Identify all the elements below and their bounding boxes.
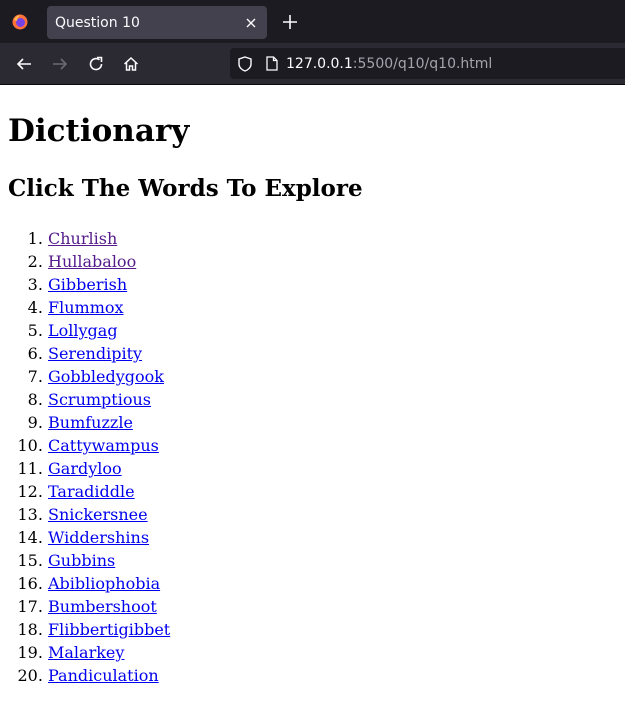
close-tab-icon[interactable] xyxy=(241,13,261,33)
word-link[interactable]: Serendipity xyxy=(48,344,142,363)
page-title: Dictionary xyxy=(8,113,190,149)
firefox-logo-icon xyxy=(12,14,28,30)
word-link[interactable]: Malarkey xyxy=(48,643,124,662)
word-link[interactable]: Gobbledygook xyxy=(48,367,164,386)
url-text[interactable]: 127.0.0.1:5500/q10/q10.html xyxy=(286,56,492,72)
list-item: Widdershins xyxy=(48,526,617,549)
page-subtitle: Click The Words To Explore xyxy=(8,175,363,202)
word-link[interactable]: Lollygag xyxy=(48,321,118,340)
list-item: Bumbershoot xyxy=(48,595,617,618)
list-item: Gibberish xyxy=(48,273,617,296)
new-tab-icon[interactable] xyxy=(280,12,300,32)
word-link[interactable]: Flummox xyxy=(48,298,124,317)
word-link[interactable]: Snickersnee xyxy=(48,505,148,524)
word-link[interactable]: Taradiddle xyxy=(48,482,135,501)
url-host: 127.0.0.1 xyxy=(286,55,353,72)
list-item: Malarkey xyxy=(48,641,617,664)
page-info-icon[interactable] xyxy=(266,56,278,71)
list-item: Gubbins xyxy=(48,549,617,572)
shield-icon[interactable] xyxy=(238,55,252,72)
forward-icon[interactable] xyxy=(49,53,71,75)
list-item: Gobbledygook xyxy=(48,365,617,388)
url-path: :5500/q10/q10.html xyxy=(352,55,493,72)
word-link[interactable]: Gubbins xyxy=(48,551,115,570)
list-item: Bumfuzzle xyxy=(48,411,617,434)
word-link[interactable]: Flibbertigibbet xyxy=(48,620,170,639)
word-link[interactable]: Gardyloo xyxy=(48,459,122,478)
word-link[interactable]: Abibliophobia xyxy=(48,574,160,593)
list-item: Flibbertigibbet xyxy=(48,618,617,641)
word-link[interactable]: Bumbershoot xyxy=(48,597,157,616)
list-item: Flummox xyxy=(48,296,617,319)
page-content: Dictionary Click The Words To Explore Ch… xyxy=(0,113,625,687)
back-icon[interactable] xyxy=(13,53,35,75)
word-link[interactable]: Pandiculation xyxy=(48,666,159,685)
word-list: Churlish Hullabaloo Gibberish Flummox Lollyg… xyxy=(8,227,617,687)
word-link[interactable]: Hullabaloo xyxy=(48,252,136,271)
tab-title: Question 10 xyxy=(55,14,140,31)
list-item: Pandiculation xyxy=(48,664,617,687)
address-bar[interactable]: 127.0.0.1:5500/q10/q10.html xyxy=(230,48,625,79)
home-icon[interactable] xyxy=(120,53,142,75)
word-link[interactable]: Cattywampus xyxy=(48,436,159,455)
list-item: Scrumptious xyxy=(48,388,617,411)
word-link[interactable]: Churlish xyxy=(48,229,117,248)
list-item: Gardyloo xyxy=(48,457,617,480)
word-link[interactable]: Gibberish xyxy=(48,275,127,294)
browser-tab[interactable]: Question 10 xyxy=(47,6,267,39)
list-item: Hullabaloo xyxy=(48,250,617,273)
list-item: Cattywampus xyxy=(48,434,617,457)
list-item: Abibliophobia xyxy=(48,572,617,595)
list-item: Lollygag xyxy=(48,319,617,342)
tab-bar: Question 10 xyxy=(0,0,625,43)
word-link[interactable]: Bumfuzzle xyxy=(48,413,133,432)
list-item: Snickersnee xyxy=(48,503,617,526)
list-item: Serendipity xyxy=(48,342,617,365)
list-item: Churlish xyxy=(48,227,617,250)
reload-icon[interactable] xyxy=(85,53,107,75)
navigation-bar: 127.0.0.1:5500/q10/q10.html xyxy=(0,43,625,85)
word-link[interactable]: Widdershins xyxy=(48,528,149,547)
word-link[interactable]: Scrumptious xyxy=(48,390,151,409)
list-item: Taradiddle xyxy=(48,480,617,503)
